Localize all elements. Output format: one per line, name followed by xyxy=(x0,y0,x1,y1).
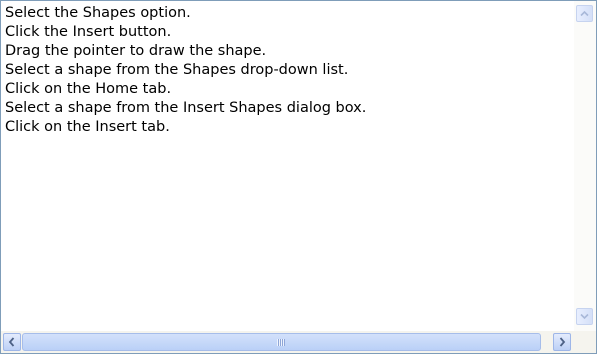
scroll-right-button[interactable] xyxy=(553,333,571,351)
chevron-right-icon xyxy=(559,337,566,347)
text-line-1: Select the Shapes option. xyxy=(5,5,191,21)
text-line-3: Drag the pointer to draw the shape. xyxy=(5,43,267,59)
chevron-left-icon xyxy=(8,337,15,347)
text-area[interactable]: Select the Shapes option. Click the Inse… xyxy=(0,0,597,354)
horizontal-scrollbar[interactable] xyxy=(1,331,574,353)
scrollbar-corner xyxy=(574,331,596,353)
scroll-down-button[interactable] xyxy=(576,308,593,325)
text-line-6: Select a shape from the Insert Shapes di… xyxy=(5,100,367,116)
text-line-4: Select a shape from the Shapes drop-down… xyxy=(5,62,349,78)
text-line-5: Click on the Home tab. xyxy=(5,81,172,97)
scroll-left-button[interactable] xyxy=(3,333,21,351)
scroll-up-button[interactable] xyxy=(576,5,593,22)
chevron-up-icon xyxy=(580,10,589,17)
text-line-7: Click on the Insert tab. xyxy=(5,119,170,135)
vertical-scrollbar[interactable] xyxy=(574,1,596,331)
horizontal-scroll-thumb[interactable] xyxy=(22,333,541,351)
chevron-down-icon xyxy=(580,313,589,320)
text-line-2: Click the Insert button. xyxy=(5,24,172,40)
thumb-grip-icon xyxy=(277,339,285,346)
text-content[interactable]: Select the Shapes option. Click the Inse… xyxy=(5,4,570,137)
